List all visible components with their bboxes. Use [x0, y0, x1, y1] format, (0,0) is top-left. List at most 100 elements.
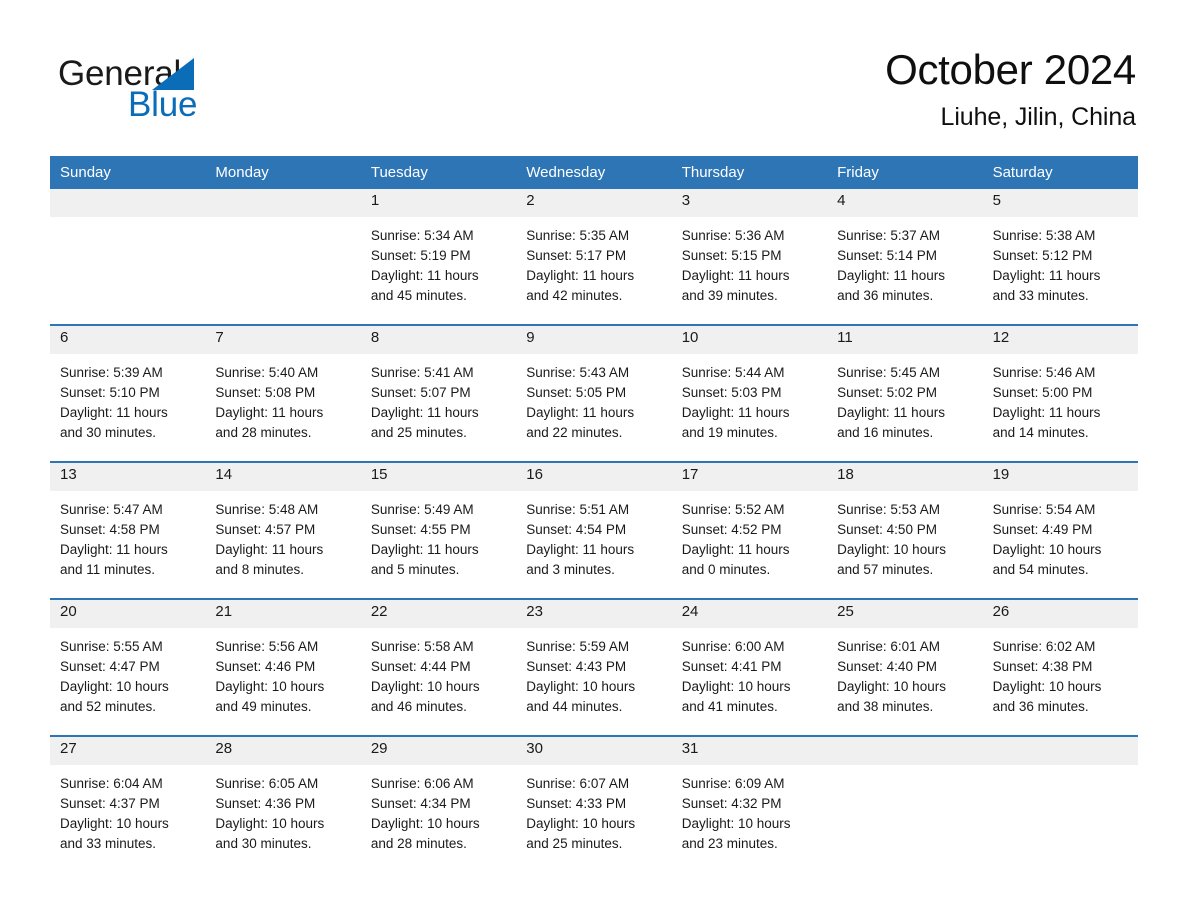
day-daylight-line2-text: and 28 minutes.: [215, 425, 312, 440]
day-daylight-line1-text: Daylight: 11 hours: [526, 405, 635, 420]
day-daylight-line1-text: Daylight: 11 hours: [370, 542, 479, 557]
day-sunrise-text: Sunrise: 5:51 AM: [526, 502, 630, 517]
day-number[interactable]: 29: [361, 737, 516, 765]
day-number[interactable]: 30: [516, 737, 671, 765]
day-cell[interactable]: Sunrise: 6:01 AM Sunset: 4:40 PM Daylight:…: [827, 628, 982, 735]
day-number[interactable]: 10: [672, 326, 827, 354]
day-number[interactable]: 31: [672, 737, 827, 765]
day-number[interactable]: 16: [516, 463, 671, 491]
day-cell[interactable]: Sunrise: 6:09 AM Sunset: 4:32 PM Daylight:…: [672, 765, 827, 872]
day-sunset-text: Sunset: 4:36 PM: [215, 796, 316, 811]
day-number[interactable]: 4: [827, 189, 982, 217]
day-daylight-line1-text: Daylight: 11 hours: [215, 405, 324, 420]
day-number[interactable]: 24: [672, 600, 827, 628]
weekday-header-wednesday: Wednesday: [526, 164, 606, 181]
day-sunset-text: Sunset: 4:47 PM: [60, 659, 160, 674]
day-number[interactable]: 11: [827, 326, 982, 354]
day-number[interactable]: 27: [50, 737, 205, 765]
day-number[interactable]: 23: [516, 600, 671, 628]
weekday-header-saturday: Saturday: [992, 164, 1053, 181]
day-number[interactable]: 6: [50, 326, 205, 354]
day-cell[interactable]: Sunrise: 6:00 AM Sunset: 4:41 PM Daylight:…: [672, 628, 827, 735]
day-cell[interactable]: Sunrise: 5:34 AM Sunset: 5:19 PM Daylight:…: [361, 217, 516, 324]
day-cell[interactable]: Sunrise: 5:48 AM Sunset: 4:57 PM Daylight:…: [205, 491, 360, 598]
day-cell[interactable]: Sunrise: 5:41 AM Sunset: 5:07 PM Daylight:…: [361, 354, 516, 461]
day-number[interactable]: 28: [205, 737, 360, 765]
day-number[interactable]: 1: [361, 189, 516, 217]
day-number-empty: [983, 737, 1138, 765]
day-number[interactable]: 19: [983, 463, 1138, 491]
day-number[interactable]: 21: [205, 600, 360, 628]
day-daylight-line1-text: Daylight: 10 hours: [526, 679, 636, 694]
day-number[interactable]: 3: [672, 189, 827, 217]
day-cell[interactable]: Sunrise: 6:05 AM Sunset: 4:36 PM Daylight:…: [205, 765, 360, 872]
day-number[interactable]: 20: [50, 600, 205, 628]
day-cell[interactable]: Sunrise: 5:59 AM Sunset: 4:43 PM Daylight:…: [516, 628, 671, 735]
weekday-header-monday: Monday: [215, 164, 269, 181]
day-sunset-text: Sunset: 4:52 PM: [681, 522, 782, 537]
day-number[interactable]: 25: [827, 600, 982, 628]
day-cell[interactable]: Sunrise: 5:56 AM Sunset: 4:46 PM Daylight:…: [205, 628, 360, 735]
day-sunrise-text: Sunrise: 6:00 AM: [681, 639, 785, 654]
weekday-header-friday: Friday: [837, 164, 879, 181]
day-number[interactable]: 2: [516, 189, 671, 217]
day-sunset-text: Sunset: 5:15 PM: [681, 248, 782, 263]
day-daylight-line2-text: and 44 minutes.: [526, 699, 623, 714]
day-number[interactable]: 7: [205, 326, 360, 354]
day-daylight-line2-text: and 36 minutes.: [992, 699, 1089, 714]
day-cell[interactable]: Sunrise: 5:44 AM Sunset: 5:03 PM Daylight:…: [672, 354, 827, 461]
day-daylight-line2-text: and 49 minutes.: [215, 699, 312, 714]
day-cell[interactable]: Sunrise: 5:47 AM Sunset: 4:58 PM Daylight:…: [50, 491, 205, 598]
day-cell[interactable]: Sunrise: 5:54 AM Sunset: 4:49 PM Daylight:…: [983, 491, 1138, 598]
day-number[interactable]: 14: [205, 463, 360, 491]
title-block: October 2024 Liuhe, Jilin, China: [885, 44, 1136, 132]
day-sunrise-text: Sunrise: 5:45 AM: [837, 365, 940, 380]
day-number[interactable]: 12: [983, 326, 1138, 354]
day-number[interactable]: 9: [516, 326, 671, 354]
day-cell[interactable]: Sunrise: 5:36 AM Sunset: 5:15 PM Daylight:…: [672, 217, 827, 324]
day-cell[interactable]: Sunrise: 5:38 AM Sunset: 5:12 PM Daylight:…: [983, 217, 1138, 324]
day-cell[interactable]: Sunrise: 5:53 AM Sunset: 4:50 PM Daylight:…: [827, 491, 982, 598]
day-cell[interactable]: Sunrise: 5:45 AM Sunset: 5:02 PM Daylight:…: [827, 354, 982, 461]
day-cell[interactable]: Sunrise: 6:07 AM Sunset: 4:33 PM Daylight:…: [516, 765, 671, 872]
day-daylight-line2-text: and 25 minutes.: [526, 836, 623, 851]
day-cell[interactable]: Sunrise: 5:39 AM Sunset: 5:10 PM Daylight:…: [50, 354, 205, 461]
day-cell[interactable]: Sunrise: 6:06 AM Sunset: 4:34 PM Daylight:…: [361, 765, 516, 872]
general-blue-logo[interactable]: General Blue: [58, 44, 318, 122]
day-cell[interactable]: Sunrise: 5:40 AM Sunset: 5:08 PM Daylight:…: [205, 354, 360, 461]
day-sunset-text: Sunset: 4:50 PM: [837, 522, 937, 537]
day-daylight-line2-text: and 57 minutes.: [837, 562, 934, 577]
day-number[interactable]: 15: [361, 463, 516, 491]
day-sunset-text: Sunset: 5:10 PM: [60, 385, 160, 400]
day-daylight-line2-text: and 30 minutes.: [60, 425, 157, 440]
day-daylight-line2-text: and 25 minutes.: [370, 425, 467, 440]
day-number[interactable]: 8: [361, 326, 516, 354]
day-cell[interactable]: Sunrise: 5:43 AM Sunset: 5:05 PM Daylight:…: [516, 354, 671, 461]
day-cell[interactable]: Sunrise: 5:46 AM Sunset: 5:00 PM Daylight:…: [983, 354, 1138, 461]
day-cell[interactable]: Sunrise: 6:02 AM Sunset: 4:38 PM Daylight:…: [983, 628, 1138, 735]
day-cell[interactable]: Sunrise: 5:52 AM Sunset: 4:52 PM Daylight:…: [672, 491, 827, 598]
day-number[interactable]: 22: [361, 600, 516, 628]
day-cell[interactable]: Sunrise: 5:51 AM Sunset: 4:54 PM Daylight:…: [516, 491, 671, 598]
day-sunrise-text: Sunrise: 6:02 AM: [992, 639, 1096, 654]
day-cell[interactable]: Sunrise: 5:37 AM Sunset: 5:14 PM Daylight:…: [827, 217, 982, 324]
day-daylight-line2-text: and 22 minutes.: [526, 425, 623, 440]
day-cell[interactable]: Sunrise: 5:35 AM Sunset: 5:17 PM Daylight:…: [516, 217, 671, 324]
day-number[interactable]: 26: [983, 600, 1138, 628]
day-daylight-line1-text: Daylight: 11 hours: [370, 268, 479, 283]
day-cell[interactable]: Sunrise: 5:55 AM Sunset: 4:47 PM Daylight:…: [50, 628, 205, 735]
date-number-band: 12345: [50, 189, 1138, 217]
day-cell[interactable]: Sunrise: 5:49 AM Sunset: 4:55 PM Daylight:…: [361, 491, 516, 598]
day-detail-band: Sunrise: 5:47 AM Sunset: 4:58 PM Daylight:…: [50, 491, 1138, 598]
day-number[interactable]: 5: [983, 189, 1138, 217]
day-daylight-line2-text: and 30 minutes.: [215, 836, 312, 851]
day-number[interactable]: 17: [672, 463, 827, 491]
day-cell[interactable]: Sunrise: 6:04 AM Sunset: 4:37 PM Daylight:…: [50, 765, 205, 872]
day-number[interactable]: 18: [827, 463, 982, 491]
weekday-header-row: Sunday Monday Tuesday Wednesday Thursday…: [50, 156, 1138, 189]
day-daylight-line2-text: and 11 minutes.: [60, 562, 156, 577]
day-sunrise-text: Sunrise: 5:38 AM: [992, 228, 1096, 243]
day-number[interactable]: 13: [50, 463, 205, 491]
day-cell[interactable]: Sunrise: 5:58 AM Sunset: 4:44 PM Daylight:…: [361, 628, 516, 735]
day-sunset-text: Sunset: 5:12 PM: [992, 248, 1093, 263]
